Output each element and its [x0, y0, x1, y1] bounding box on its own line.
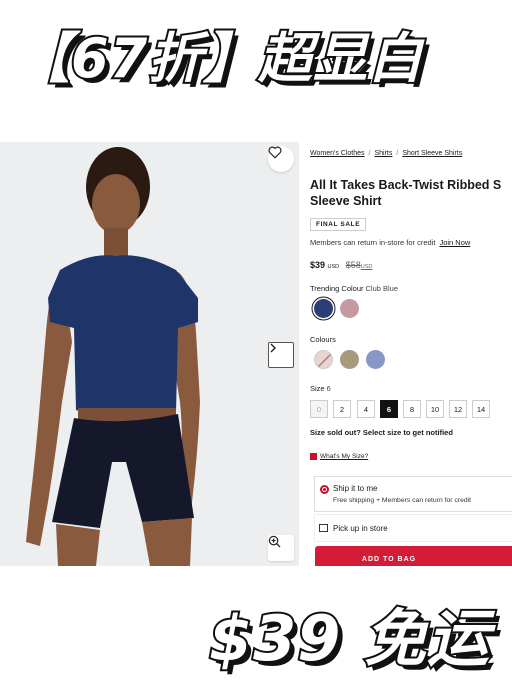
- trending-colour-value: Club Blue: [365, 284, 399, 293]
- size-option-8[interactable]: 8: [403, 400, 421, 418]
- size-guide: What's My Size?: [310, 453, 368, 460]
- ship-subtitle: Free shipping + Members can return for c…: [333, 497, 472, 504]
- swatch-trending-2[interactable]: [340, 299, 359, 318]
- pickup-in-store-option[interactable]: Pick up in store: [314, 514, 512, 542]
- zoom-in-icon: [268, 535, 281, 548]
- promo-banner-bottom: $39 免运: [207, 600, 491, 677]
- product-title-line-2: Sleeve Shirt: [310, 194, 382, 208]
- breadcrumb-shirts[interactable]: Shirts: [374, 150, 392, 157]
- model-illustration: [0, 142, 299, 566]
- price: $39 USD $58USD: [310, 260, 372, 270]
- size-option-12[interactable]: 12: [449, 400, 467, 418]
- ship-radio-selected[interactable]: [320, 485, 329, 494]
- size-option-14[interactable]: 14: [472, 400, 490, 418]
- next-image-button[interactable]: [268, 342, 294, 368]
- swatch-colour-2[interactable]: [340, 350, 359, 369]
- swatch-club-blue[interactable]: [314, 299, 333, 318]
- member-return-text: Members can return in-store for credit: [310, 238, 436, 247]
- store-icon: [319, 524, 328, 532]
- stripe-pattern: [315, 351, 332, 368]
- ship-to-me-option[interactable]: Ship it to me Free shipping + Members ca…: [314, 476, 512, 512]
- product-title-line-1: All It Takes Back-Twist Ribbed S: [310, 178, 502, 192]
- add-to-bag-button[interactable]: ADD TO BAG: [315, 546, 512, 566]
- size-label: Size 6: [310, 384, 331, 393]
- final-sale-badge: FINAL SALE: [310, 218, 367, 231]
- heart-icon: [268, 146, 282, 159]
- pickup-label: Pick up in store: [333, 524, 388, 533]
- size-guide-icon: [310, 453, 317, 460]
- size-option-0[interactable]: 0: [310, 400, 328, 418]
- whats-my-size-link[interactable]: What's My Size?: [320, 453, 368, 460]
- swatch-colour-1[interactable]: [314, 350, 333, 369]
- ship-title: Ship it to me: [333, 484, 378, 493]
- colours-label: Colours: [310, 335, 336, 344]
- swatch-colour-3[interactable]: [366, 350, 385, 369]
- zoom-button[interactable]: [268, 535, 294, 561]
- size-option-2[interactable]: 2: [333, 400, 351, 418]
- size-sold-out-note: Size sold out? Select size to get notifi…: [310, 428, 453, 437]
- product-page-screenshot: Women's Clothes / Shirts / Short Sleeve Shir…: [0, 142, 512, 566]
- size-option-4[interactable]: 4: [357, 400, 375, 418]
- current-price-currency: USD: [327, 264, 340, 270]
- wishlist-button[interactable]: [268, 146, 294, 172]
- current-price: $39: [310, 260, 326, 270]
- breadcrumb-womens-clothes[interactable]: Women's Clothes: [310, 150, 365, 157]
- member-return-note: Members can return in-store for credit Jo…: [310, 238, 470, 247]
- breadcrumb-short-sleeve-shirts[interactable]: Short Sleeve Shirts: [402, 150, 462, 157]
- chevron-right-icon: [270, 343, 276, 353]
- breadcrumb: Women's Clothes / Shirts / Short Sleeve Shir…: [310, 150, 463, 157]
- trending-colour-label: Trending Colour Club Blue: [310, 284, 399, 293]
- join-now-link[interactable]: Join Now: [439, 238, 470, 247]
- size-option-6[interactable]: 6: [380, 400, 398, 418]
- promo-banner-top: 【67折】超显白: [14, 25, 424, 92]
- original-price: $58USD: [345, 260, 373, 270]
- product-details: Women's Clothes / Shirts / Short Sleeve Shir…: [310, 142, 512, 566]
- product-photo[interactable]: [0, 142, 299, 566]
- size-selected-value: 6: [326, 384, 331, 393]
- product-title: All It Takes Back-Twist Ribbed S Sleeve …: [310, 177, 512, 209]
- size-option-10[interactable]: 10: [426, 400, 444, 418]
